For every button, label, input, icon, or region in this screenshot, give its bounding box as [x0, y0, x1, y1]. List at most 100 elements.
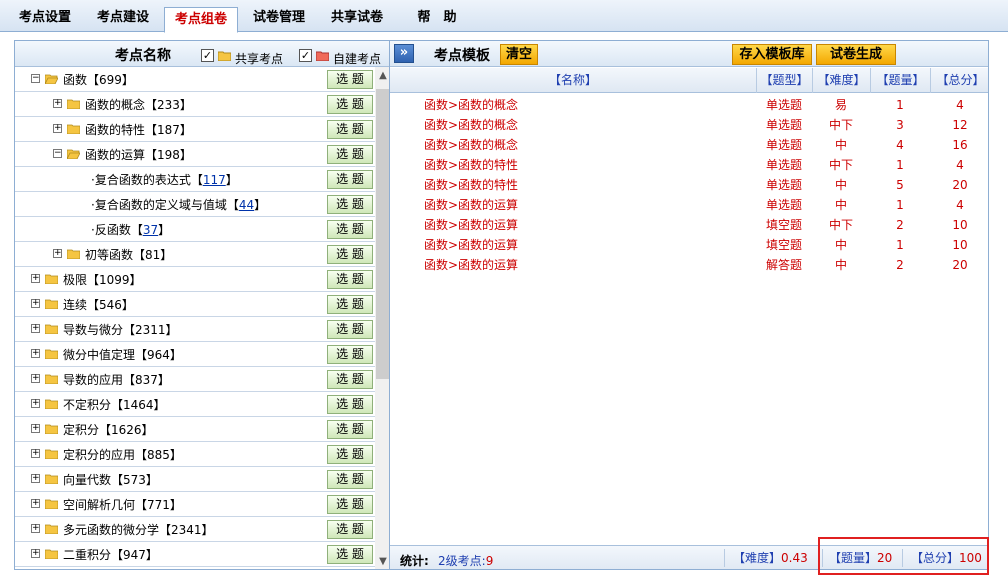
question-count-link[interactable]: 117	[203, 173, 226, 187]
expand-plus-icon[interactable]: +	[53, 249, 62, 258]
tree-row[interactable]: ·反函数【37】 选 题	[15, 217, 375, 242]
tree-row[interactable]: ·复合函数的定义域与值域【44】 选 题	[15, 192, 375, 217]
table-row[interactable]: 函数>函数的概念 单选题 易 1 4	[390, 95, 988, 115]
collapse-minus-icon[interactable]: −	[53, 149, 62, 158]
select-questions-button[interactable]: 选 题	[327, 345, 373, 364]
expand-plus-icon[interactable]: +	[31, 499, 40, 508]
table-row[interactable]: 函数>函数的概念 单选题 中 4 16	[390, 135, 988, 155]
tab-topic-compose[interactable]: 考点组卷	[164, 7, 238, 33]
select-questions-button[interactable]: 选 题	[327, 295, 373, 314]
table-row[interactable]: 函数>函数的运算 解答题 中 2 20	[390, 255, 988, 275]
select-questions-button[interactable]: 选 题	[327, 370, 373, 389]
scroll-up-icon[interactable]: ▲	[375, 67, 389, 85]
select-questions-button[interactable]: 选 题	[327, 470, 373, 489]
expand-icon[interactable]: »	[394, 44, 414, 63]
tree-row[interactable]: + 极限【1099】 选 题	[15, 267, 375, 292]
expand-plus-icon[interactable]: +	[31, 424, 40, 433]
expand-plus-icon[interactable]: +	[31, 274, 40, 283]
table-cell: 20	[952, 178, 968, 192]
tree-item-label: 不定积分【1464】	[63, 398, 166, 412]
folder-icon	[218, 51, 231, 61]
tree-item-label: 导数的应用【837】	[63, 373, 170, 387]
select-questions-button[interactable]: 选 题	[327, 420, 373, 439]
expand-plus-icon[interactable]: +	[31, 349, 40, 358]
scroll-thumb[interactable]	[376, 89, 389, 379]
tree-row[interactable]: + 不定积分【1464】 选 题	[15, 392, 375, 417]
select-questions-button[interactable]: 选 题	[327, 170, 373, 189]
select-questions-button[interactable]: 选 题	[327, 145, 373, 164]
expand-plus-icon[interactable]: +	[53, 99, 62, 108]
tab-topic-building[interactable]: 考点建设	[86, 6, 160, 32]
table-cell: 函数>函数的运算	[424, 198, 519, 212]
expand-plus-icon[interactable]: +	[31, 399, 40, 408]
expand-plus-icon[interactable]: +	[53, 124, 62, 133]
table-row[interactable]: 函数>函数的概念 单选题 中下 3 12	[390, 115, 988, 135]
select-questions-button[interactable]: 选 题	[327, 195, 373, 214]
folder-icon	[67, 249, 80, 259]
tree-item-label: 微分中值定理【964】	[63, 348, 182, 362]
expand-plus-icon[interactable]: +	[31, 549, 40, 558]
table-row[interactable]: 函数>函数的运算 填空题 中下 2 10	[390, 215, 988, 235]
select-questions-button[interactable]: 选 题	[327, 320, 373, 339]
table-row[interactable]: 函数>函数的特性 单选题 中 5 20	[390, 175, 988, 195]
tree-row[interactable]: + 二重积分【947】 选 题	[15, 542, 375, 567]
tree-row[interactable]: + 空间解析几何【771】 选 题	[15, 492, 375, 517]
folder-icon	[67, 124, 80, 134]
tree-row[interactable]: + 函数的特性【187】 选 题	[15, 117, 375, 142]
collapse-minus-icon[interactable]: −	[31, 74, 40, 83]
tree-row[interactable]: + 多元函数的微分学【2341】 选 题	[15, 517, 375, 542]
shared-topics-checkbox[interactable]: ✓	[201, 49, 214, 62]
select-questions-button[interactable]: 选 题	[327, 220, 373, 239]
tree-row[interactable]: + 函数的概念【233】 选 题	[15, 92, 375, 117]
expand-plus-icon[interactable]: +	[31, 324, 40, 333]
tree-item-label: 函数的特性【187】	[85, 123, 192, 137]
tree-scrollbar[interactable]: ▲ ▼	[375, 67, 389, 569]
generate-paper-button[interactable]: 试卷生成	[816, 44, 896, 65]
select-questions-button[interactable]: 选 题	[327, 495, 373, 514]
custom-topics-checkbox[interactable]: ✓	[299, 49, 312, 62]
save-template-button[interactable]: 存入模板库	[732, 44, 812, 65]
clear-button[interactable]: 清空	[500, 44, 538, 65]
table-cell: 20	[952, 258, 968, 272]
select-questions-button[interactable]: 选 题	[327, 445, 373, 464]
question-count-link[interactable]: 37	[143, 223, 158, 237]
tree-row[interactable]: + 导数与微分【2311】 选 题	[15, 317, 375, 342]
select-questions-button[interactable]: 选 题	[327, 70, 373, 89]
expand-plus-icon[interactable]: +	[31, 374, 40, 383]
tree-row[interactable]: + 初等函数【81】 选 题	[15, 242, 375, 267]
expand-plus-icon[interactable]: +	[31, 299, 40, 308]
question-count-link[interactable]: 44	[239, 198, 254, 212]
tree-row[interactable]: − 函数的运算【198】 选 题	[15, 142, 375, 167]
table-row[interactable]: 函数>函数的特性 单选题 中下 1 4	[390, 155, 988, 175]
tree-row[interactable]: ·复合函数的表达式【117】 选 题	[15, 167, 375, 192]
tree-row[interactable]: + 微分中值定理【964】 选 题	[15, 342, 375, 367]
select-questions-button[interactable]: 选 题	[327, 520, 373, 539]
select-questions-button[interactable]: 选 题	[327, 545, 373, 564]
select-questions-button[interactable]: 选 题	[327, 270, 373, 289]
tab-paper-management[interactable]: 试卷管理	[242, 6, 316, 32]
expand-plus-icon[interactable]: +	[31, 474, 40, 483]
tree-row[interactable]: + 定积分【1626】 选 题	[15, 417, 375, 442]
table-cell: 函数>函数的运算	[424, 258, 519, 272]
select-questions-button[interactable]: 选 题	[327, 245, 373, 264]
table-row[interactable]: 函数>函数的运算 填空题 中 1 10	[390, 235, 988, 255]
scroll-down-icon[interactable]: ▼	[375, 553, 389, 569]
tree-row[interactable]: + 向量代数【573】 选 题	[15, 467, 375, 492]
select-questions-button[interactable]: 选 题	[327, 120, 373, 139]
tab-topic-settings[interactable]: 考点设置	[8, 6, 82, 32]
expand-plus-icon[interactable]: +	[31, 524, 40, 533]
tree-row[interactable]: − 函数【699】 选 题	[15, 67, 375, 92]
table-cell: 单选题	[765, 198, 802, 212]
tree-row[interactable]: + 导数的应用【837】 选 题	[15, 367, 375, 392]
table-cell: 10	[952, 218, 968, 232]
tab-help[interactable]: 帮 助	[400, 6, 474, 32]
tree-row[interactable]: + 定积分的应用【885】 选 题	[15, 442, 375, 467]
table-cell: 2	[896, 218, 904, 232]
select-questions-button[interactable]: 选 题	[327, 395, 373, 414]
expand-plus-icon[interactable]: +	[31, 449, 40, 458]
select-questions-button[interactable]: 选 题	[327, 95, 373, 114]
tree-item-label: 初等函数【81】	[85, 248, 173, 262]
table-row[interactable]: 函数>函数的运算 单选题 中 1 4	[390, 195, 988, 215]
tree-row[interactable]: + 连续【546】 选 题	[15, 292, 375, 317]
tab-shared-papers[interactable]: 共享试卷	[320, 6, 394, 32]
